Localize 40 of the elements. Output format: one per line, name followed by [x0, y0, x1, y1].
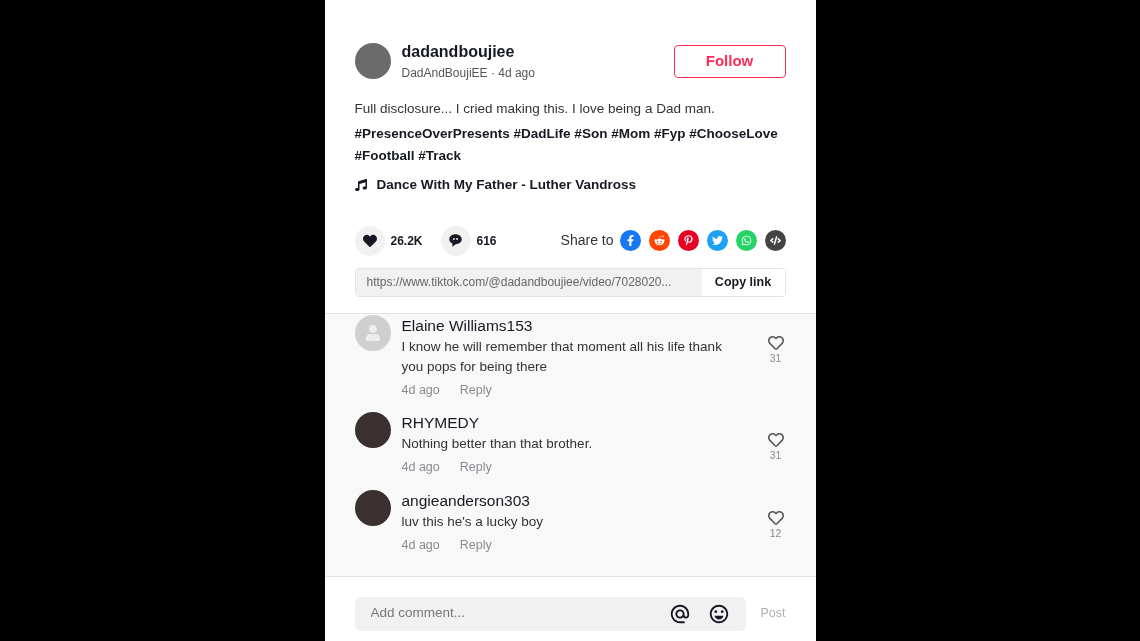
nickname-date: DadAndBoujiEE · 4d ago: [401, 65, 536, 82]
comment-time: 4d ago: [401, 381, 440, 399]
twitter-share-icon[interactable]: [706, 230, 728, 251]
heart-icon[interactable]: [767, 510, 784, 526]
hashtags[interactable]: #PresenceOverPresents #DadLife #Son #Mom #Fyp #ChooseLove #Football #Track: [354, 123, 786, 168]
comment-field[interactable]: Add comment...: [354, 596, 747, 631]
caption: Full disclosure... I cried making this. I love being a Dad man.: [354, 100, 716, 118]
avatar-placeholder[interactable]: [354, 43, 391, 79]
emoji-icon[interactable]: [708, 602, 731, 625]
pinterest-share-icon[interactable]: [677, 230, 699, 251]
avatar-placeholder[interactable]: [354, 412, 391, 449]
heart-icon[interactable]: [767, 334, 784, 351]
username[interactable]: dadandboujiee: [401, 40, 674, 64]
music-title[interactable]: Dance With My Father - Luther Vandross: [376, 175, 636, 196]
reddit-share-icon[interactable]: [648, 230, 670, 251]
comment-like-count: 31: [769, 350, 782, 366]
share-label: Share to: [560, 231, 614, 250]
link-url[interactable]: https://www.tiktok.com/@dadandboujiee/video/7028020...: [355, 268, 702, 296]
follow-button[interactable]: Follow: [673, 44, 786, 78]
comment-like-count: 12: [769, 526, 782, 541]
comment-input[interactable]: Add comment...: [370, 603, 670, 624]
comment-author[interactable]: Elaine Williams153: [401, 314, 766, 337]
comment-time: 4d ago: [401, 537, 440, 554]
comment-text: I know he will remember that moment all his life thank you pops for being there: [401, 337, 723, 376]
embed-share-icon[interactable]: [764, 230, 786, 251]
heart-icon[interactable]: [767, 432, 784, 449]
like-count: 26.2K: [390, 232, 424, 250]
comment-author[interactable]: angieanderson303: [401, 490, 766, 512]
comment-count: 616: [476, 232, 497, 250]
comment-icon[interactable]: [440, 225, 471, 256]
comment-time: 4d ago: [401, 459, 440, 477]
comment-like-count: 31: [769, 448, 782, 464]
facebook-share-icon[interactable]: [619, 230, 641, 251]
like-icon[interactable]: [354, 225, 385, 256]
comment-author[interactable]: RHYMEDY: [401, 412, 766, 435]
mention-icon[interactable]: [669, 602, 692, 625]
music-note-icon: [354, 179, 367, 192]
comment-text: luv this he's a lucky boy: [401, 513, 544, 531]
comment-text: Nothing better than that brother.: [401, 435, 594, 454]
avatar-placeholder[interactable]: [354, 490, 391, 526]
